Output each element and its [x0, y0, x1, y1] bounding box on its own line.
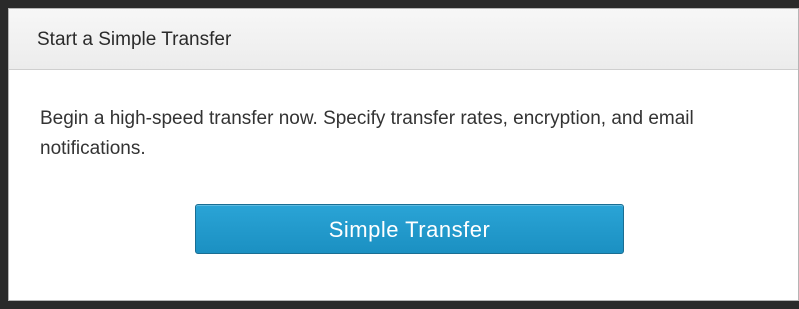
simple-transfer-button[interactable]: Simple Transfer: [195, 204, 624, 254]
panel-title: Start a Simple Transfer: [37, 29, 232, 50]
window-frame: Start a Simple Transfer Begin a high-spe…: [0, 0, 799, 309]
simple-transfer-panel: Start a Simple Transfer Begin a high-spe…: [8, 8, 799, 301]
panel-header: Start a Simple Transfer: [9, 9, 798, 70]
panel-description: Begin a high-speed transfer now. Specify…: [40, 108, 694, 159]
